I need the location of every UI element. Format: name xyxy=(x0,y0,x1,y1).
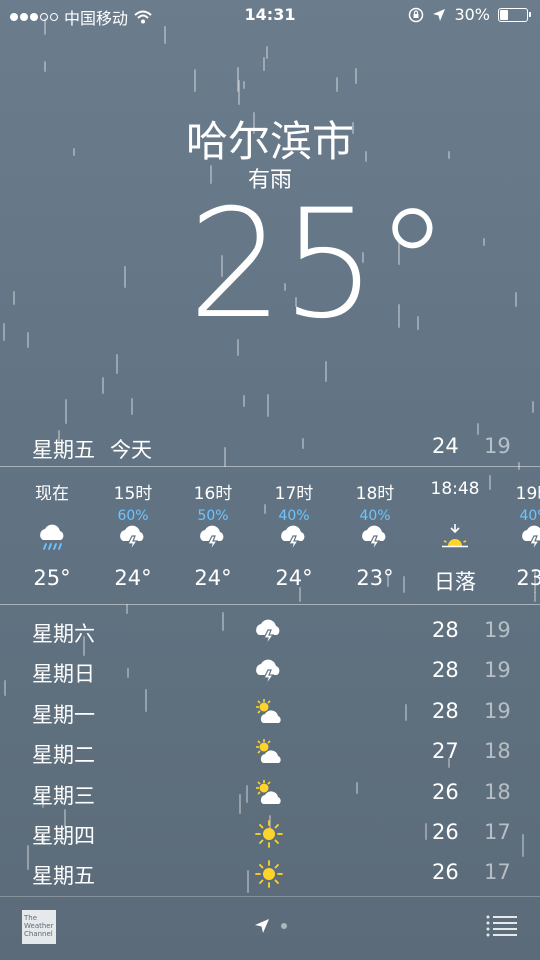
daily-row: 星期三 26 18 xyxy=(0,774,540,814)
hourly-temperature: 24° xyxy=(114,566,152,590)
hourly-item: 17时 40% 24° xyxy=(254,467,334,604)
thunderstorm-icon xyxy=(253,656,285,688)
daily-row: 星期一 28 19 xyxy=(0,693,540,733)
daily-high: 26 xyxy=(432,819,459,844)
partly-sunny-icon xyxy=(253,778,285,810)
daily-row: 星期六 28 19 xyxy=(0,612,540,652)
hourly-item: 15时 60% 24° xyxy=(93,467,173,604)
hourly-temperature: 24° xyxy=(194,566,232,590)
divider xyxy=(0,604,540,605)
partly-sunny-icon xyxy=(253,697,285,729)
today-day: 星期五 xyxy=(32,438,95,462)
today-summary: 星期五 今天 24 19 xyxy=(0,432,540,464)
hourly-time: 现在 xyxy=(35,484,69,504)
today-low: 19 xyxy=(484,434,511,458)
daily-high: 28 xyxy=(432,618,459,642)
today-label: 今天 xyxy=(110,438,152,462)
hourly-temperature: 日落 xyxy=(434,570,476,594)
hourly-item: 现在 25° xyxy=(12,467,92,604)
battery-percent: 30% xyxy=(454,5,490,24)
current-temperature: 25° xyxy=(188,178,450,352)
hourly-time: 17时 xyxy=(274,484,314,504)
sun-icon xyxy=(253,818,285,850)
location-arrow-icon xyxy=(433,8,446,21)
daily-low: 17 xyxy=(484,860,511,885)
daily-high: 26 xyxy=(432,779,459,804)
daily-low: 19 xyxy=(484,658,511,683)
hourly-temperature: 24° xyxy=(275,566,313,590)
daily-day: 星期一 xyxy=(32,702,95,727)
hourly-temperature: 23° xyxy=(516,566,540,590)
orientation-lock-icon xyxy=(409,7,424,22)
page-indicator-dot[interactable] xyxy=(281,923,287,929)
daily-high: 28 xyxy=(432,698,459,723)
city-name: 哈尔滨市 xyxy=(185,117,354,166)
city-list-icon[interactable] xyxy=(486,914,518,938)
daily-row: 星期四 26 17 xyxy=(0,814,540,854)
daily-day: 星期日 xyxy=(32,662,95,687)
hourly-temperature: 23° xyxy=(356,566,394,590)
daily-day: 星期二 xyxy=(32,743,95,768)
daily-high: 28 xyxy=(432,658,459,683)
daily-day: 星期四 xyxy=(32,823,95,848)
daily-day: 星期五 xyxy=(32,864,95,889)
daily-low: 18 xyxy=(484,779,511,804)
daily-forecast[interactable]: 星期六 28 19 星期日 28 19 星期一 28 19 星期二 27 18 星期三 26 18 星期四 26… xyxy=(0,612,540,895)
status-right: 30% xyxy=(408,5,531,24)
hourly-item: 18:48 日落 xyxy=(415,467,495,604)
hourly-time: 18:48 xyxy=(430,479,480,499)
daily-low: 17 xyxy=(484,819,511,844)
daily-row: 星期二 27 18 xyxy=(0,733,540,773)
battery-icon xyxy=(498,7,531,22)
daily-day: 星期六 xyxy=(32,622,95,646)
thunderstorm-icon xyxy=(253,616,285,648)
sunset-icon xyxy=(439,522,471,554)
weather-channel-logo[interactable]: The Weather Channel xyxy=(22,910,56,944)
bottom-bar: The Weather Channel xyxy=(0,896,540,960)
daily-day: 星期三 xyxy=(32,783,95,808)
today-high: 24 xyxy=(432,434,459,458)
daily-high: 26 xyxy=(432,860,459,885)
thunderstorm-icon xyxy=(359,522,391,554)
daily-low: 18 xyxy=(484,739,511,764)
daily-row: 星期五 26 17 xyxy=(0,854,540,894)
partly-sunny-icon xyxy=(253,737,285,769)
hourly-forecast[interactable]: 现在 25° 15时 60% 24° 16时 50% 24° 17时 40% 24° 18时 40% 23… xyxy=(0,467,540,604)
hourly-temperature: 25° xyxy=(33,566,71,590)
hourly-item: 16时 50% 24° xyxy=(173,467,253,604)
hourly-time: 18时 xyxy=(355,484,395,504)
daily-low: 19 xyxy=(484,698,511,723)
hourly-time: 15时 xyxy=(113,484,153,504)
hourly-time: 16时 xyxy=(193,484,233,504)
thunderstorm-icon xyxy=(197,522,229,554)
hourly-item: 18时 40% 23° xyxy=(335,467,415,604)
hourly-item: 19时40%23° xyxy=(495,467,540,604)
thunderstorm-icon xyxy=(519,522,540,554)
rain-cloud-icon xyxy=(36,522,68,554)
thunderstorm-icon xyxy=(278,522,310,554)
daily-high: 27 xyxy=(432,739,459,764)
status-bar: 中国移动 14:31 30% xyxy=(0,0,540,30)
daily-low: 19 xyxy=(484,618,511,642)
sun-icon xyxy=(253,858,285,890)
current-location-icon[interactable] xyxy=(254,918,270,934)
daily-row: 星期日 28 19 xyxy=(0,652,540,692)
hourly-time: 19时 xyxy=(515,484,540,504)
thunderstorm-icon xyxy=(117,522,149,554)
